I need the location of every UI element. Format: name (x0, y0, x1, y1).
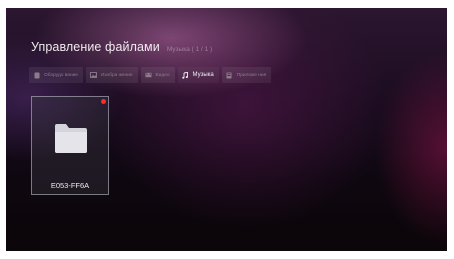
folder-icon (53, 123, 89, 159)
device-icon (33, 72, 40, 79)
tab-label: Изобра жение (100, 72, 133, 78)
header: Управление файлами Музыка ( 1 / 1 ) (31, 40, 212, 54)
new-badge (101, 99, 106, 104)
tab-apps[interactable]: Приложе ния (221, 67, 272, 83)
folder-item[interactable]: E053-FF6A (31, 96, 109, 195)
tab-video[interactable]: Видео (140, 67, 175, 83)
page-subtitle: Музыка ( 1 / 1 ) (166, 46, 213, 53)
tab-image[interactable]: Изобра жение (85, 67, 138, 83)
tab-music[interactable]: Музыка (177, 67, 219, 83)
folder-name: E053-FF6A (50, 181, 90, 190)
category-tabs: Оборудо вание Изобра жение Видео Музыка … (29, 67, 272, 83)
tab-label: Музыка (192, 71, 214, 78)
tab-label: Видео (155, 72, 170, 78)
page-title: Управление файлами (31, 40, 160, 54)
music-note-icon (182, 71, 189, 79)
image-icon (90, 72, 97, 79)
tab-label: Оборудо вание (44, 72, 78, 78)
tab-label: Приложе ния (236, 72, 267, 78)
tab-device[interactable]: Оборудо вание (29, 67, 83, 83)
video-icon (145, 72, 152, 79)
apps-icon (226, 72, 233, 79)
tv-screen: Управление файлами Музыка ( 1 / 1 ) Обор… (6, 8, 447, 251)
